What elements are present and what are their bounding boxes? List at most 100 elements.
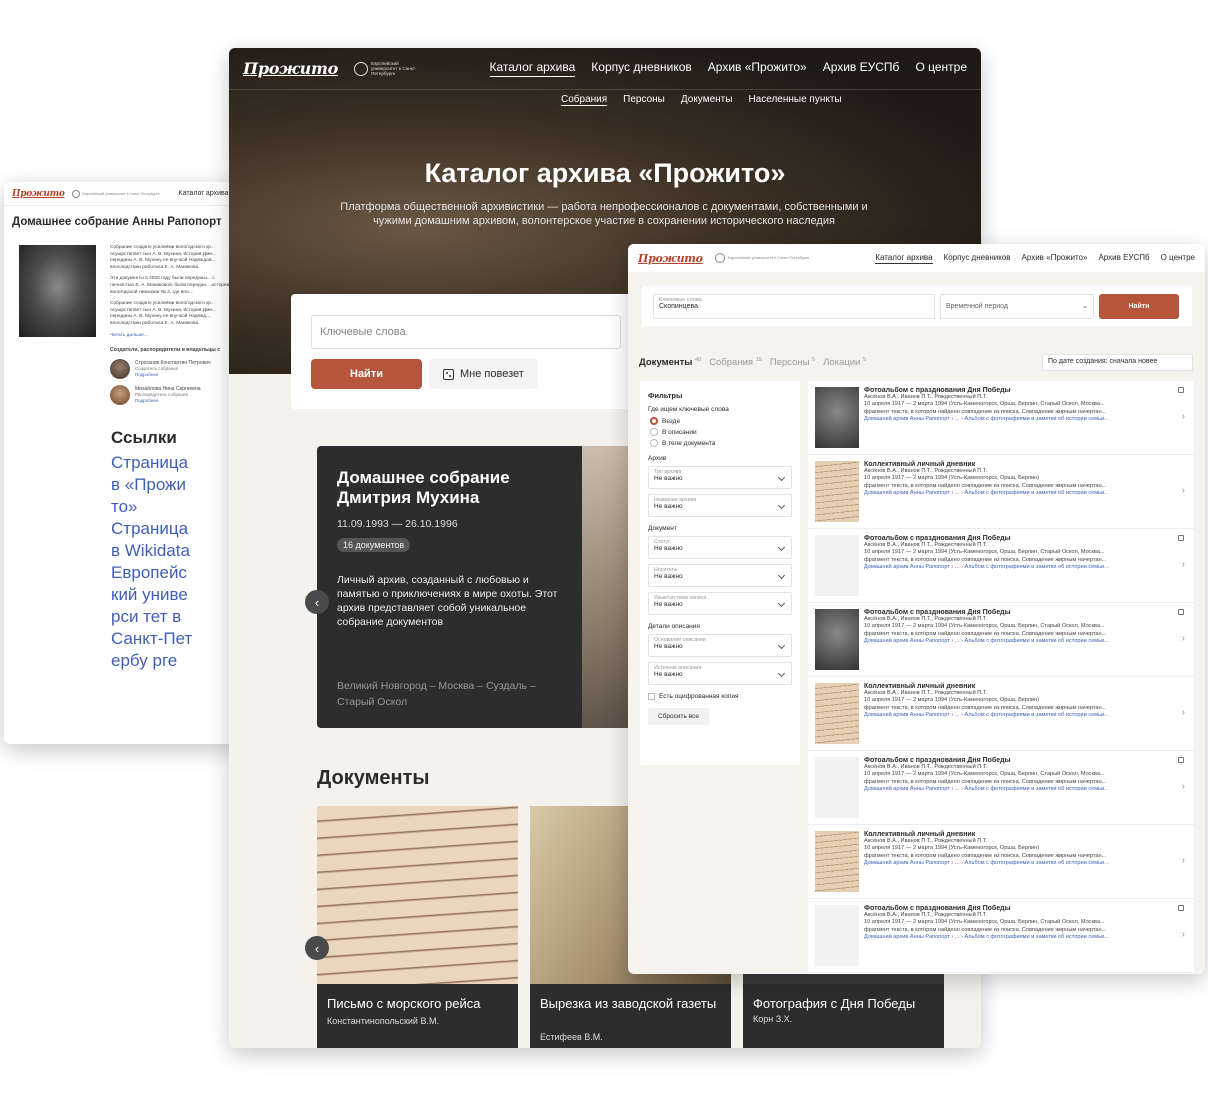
find-button[interactable]: Найти xyxy=(311,359,422,389)
reset-button[interactable]: Сбросить все xyxy=(648,708,709,725)
thumbnail xyxy=(815,387,859,448)
results-list: Фотоальбом с празднования Дня Победы Аксё… xyxy=(808,381,1194,974)
radio-body[interactable]: В теле документа xyxy=(650,439,792,447)
nav-about[interactable]: О центре xyxy=(1161,253,1195,264)
portrait-photo xyxy=(19,245,96,337)
carousel-prev-icon[interactable]: ‹ xyxy=(305,590,329,614)
document-image xyxy=(317,806,518,984)
filter-label: Архив xyxy=(648,455,667,462)
thumbnail xyxy=(815,683,859,744)
link-eu[interactable]: Европейс кий универси тет в Санкт-Петерб… xyxy=(111,562,196,672)
result-tabs: Документы 40 Собрания 15 Персоны 5 Локац… xyxy=(639,357,866,368)
docs-prev-icon[interactable]: ‹ xyxy=(305,936,329,960)
list-item[interactable]: Фотоальбом с празднования Дня Победы Аксё… xyxy=(808,381,1194,455)
document-card[interactable]: Письмо с морского рейса Константинопольс… xyxy=(317,806,518,1048)
collection-description: Собрание создано усилиями вологодского к… xyxy=(110,245,238,411)
link-prozhito[interactable]: Страница в «Прожи то» xyxy=(111,452,196,518)
desc-paragraph: Собрание создано усилиями вологодского к… xyxy=(110,301,216,326)
digitized-checkbox[interactable]: Есть оцифрованная копия xyxy=(648,693,792,700)
archive-name-select[interactable]: Название архива Не важно xyxy=(648,494,792,517)
list-item[interactable]: Фотоальбом с празднования Дня Победы Аксё… xyxy=(808,603,1194,677)
keywords-value: Скопинцева xyxy=(659,302,699,310)
prozhito-logo[interactable]: Прожито xyxy=(243,59,338,78)
thumbnail xyxy=(815,831,859,892)
list-item[interactable]: Коллективный личный дневник Аксёнов В.А.,… xyxy=(808,455,1194,529)
person-item[interactable]: Строганов Константин Петрович Создатель с… xyxy=(110,358,238,379)
find-button[interactable]: Найти xyxy=(1099,293,1179,319)
link-wikidata[interactable]: Страница в Wikidata xyxy=(111,518,196,562)
radio-everywhere[interactable]: Везде xyxy=(650,417,792,425)
top-nav: Прожито Европейский университет в Санкт-… xyxy=(229,48,981,90)
document-title: Письмо с морского рейса xyxy=(327,996,481,1011)
archive-type-select[interactable]: Тип архива Не важно xyxy=(648,466,792,489)
radio-description[interactable]: В описании xyxy=(650,428,792,436)
status-select[interactable]: Статус Не важно xyxy=(648,536,792,559)
chevron-right-icon: › xyxy=(1181,781,1185,792)
nav-about[interactable]: О центре xyxy=(915,60,967,77)
chevron-right-icon: › xyxy=(1181,633,1185,644)
source-select[interactable]: Источник описания Не важно xyxy=(648,662,792,685)
tab-persons[interactable]: Персоны 5 xyxy=(770,357,815,368)
check-icon xyxy=(1178,609,1184,615)
collection-card[interactable]: Домашнее собрание Дмитрия Мухина 11.09.1… xyxy=(317,446,582,728)
tab-locations[interactable]: Локации 5 xyxy=(823,357,866,368)
chevron-right-icon: › xyxy=(1181,707,1185,718)
person-more-link[interactable]: Подробнее xyxy=(135,372,211,378)
subnav-places[interactable]: Населенные пункты xyxy=(748,94,841,106)
documents-badge: 16 документов xyxy=(337,538,411,552)
read-more-link[interactable]: Читать дальше... xyxy=(110,333,238,340)
nav-diaries[interactable]: Корпус дневников xyxy=(591,60,691,77)
list-item[interactable]: Фотоальбом с празднования Дня Победы Аксё… xyxy=(808,899,1194,973)
hero-title: Каталог архива «Прожито» xyxy=(424,158,786,188)
nav-euspb[interactable]: Архив ЕУСПб xyxy=(1098,253,1149,264)
documents-heading: Документы xyxy=(317,767,430,789)
hero-subtitle: Платформа общественной архивистики — раб… xyxy=(340,201,868,227)
tab-documents[interactable]: Документы 40 xyxy=(639,357,701,368)
subnav-documents[interactable]: Документы xyxy=(681,94,733,106)
carrier-select[interactable]: Носитель Не важно xyxy=(648,564,792,587)
lucky-button[interactable]: Мне повезет xyxy=(429,359,538,389)
filters-title: Фильтры xyxy=(648,391,683,400)
list-item[interactable]: Коллективный личный дневник Аксёнов В.А.,… xyxy=(808,677,1194,751)
thumbnail xyxy=(815,535,859,596)
prozhito-logo[interactable]: Прожито xyxy=(12,189,65,199)
keywords-field[interactable]: Ключевые слова Скопинцева xyxy=(653,293,935,319)
list-item[interactable]: Коллективный личный дневник Аксёнов В.А.,… xyxy=(808,825,1194,899)
eu-logo: Европейский университет в Санкт-Петербур… xyxy=(354,61,419,76)
document-author: Естифеев В.М. xyxy=(540,1032,603,1042)
period-field[interactable]: Временной период ⌄ xyxy=(940,293,1094,319)
period-label: Временной период xyxy=(946,302,1008,310)
person-item[interactable]: Михайлова Нина Сергеевна Распорядитель со… xyxy=(110,384,238,405)
dice-icon xyxy=(443,368,454,380)
basis-select[interactable]: Основание описания Не важно xyxy=(648,634,792,657)
chevron-right-icon: › xyxy=(1181,485,1185,496)
nav-archive[interactable]: Архив «Прожито» xyxy=(1022,253,1088,264)
nav-archive[interactable]: Архив «Прожито» xyxy=(708,60,807,77)
prozhito-logo[interactable]: Прожито xyxy=(638,252,703,265)
nav-catalog[interactable]: Каталог архива xyxy=(875,253,933,264)
sort-select[interactable]: По дате создания: сначала новее xyxy=(1042,354,1193,371)
check-icon xyxy=(1178,757,1184,763)
search-results-window: Прожито Европейский университет в Санкт-… xyxy=(628,244,1205,974)
nav-catalog[interactable]: Каталог архива xyxy=(179,190,229,197)
search-bar: Ключевые слова Скопинцева Временной перио… xyxy=(642,286,1192,326)
check-icon xyxy=(1178,535,1184,541)
chevron-down-icon: ⌄ xyxy=(1082,303,1088,310)
top-nav: Прожито Европейский университет в Санкт-… xyxy=(628,244,1205,272)
subnav-collections[interactable]: Собрания xyxy=(561,94,608,106)
list-item[interactable]: Фотоальбом с празднования Дня Победы Аксё… xyxy=(808,751,1194,825)
search-input[interactable]: Ключевые слова xyxy=(311,315,621,349)
document-title: Фотография с Дня Победы xyxy=(753,996,916,1011)
document-title: Вырезка из заводской газеты xyxy=(540,996,717,1011)
thumbnail xyxy=(815,757,859,818)
list-item[interactable]: Фотоальбом с празднования Дня Победы Аксё… xyxy=(808,529,1194,603)
nav-diaries[interactable]: Корпус дневников xyxy=(944,253,1011,264)
subnav-persons[interactable]: Персоны xyxy=(623,94,665,106)
person-more-link[interactable]: Подробнее xyxy=(135,398,200,404)
nav-catalog[interactable]: Каталог архива xyxy=(489,60,576,77)
nav-euspb[interactable]: Архив ЕУСПб xyxy=(823,60,900,77)
avatar xyxy=(110,384,130,405)
keywords-label: Ключевые слова xyxy=(659,296,702,303)
language-select[interactable]: Язык/система записи Не важно xyxy=(648,592,792,615)
tab-collections[interactable]: Собрания 15 xyxy=(709,357,762,368)
